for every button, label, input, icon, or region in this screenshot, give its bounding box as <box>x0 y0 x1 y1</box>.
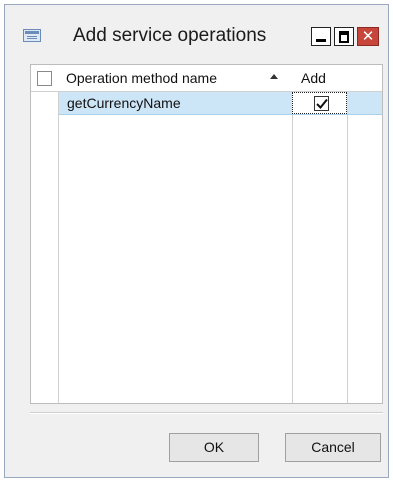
app-icon <box>23 29 41 42</box>
title-bar[interactable]: Add service operations ✕ <box>5 5 388 61</box>
minimize-icon[interactable] <box>311 27 331 46</box>
cancel-button[interactable]: Cancel <box>285 433 381 462</box>
column-header-operation-method-name[interactable]: Operation method name <box>66 70 217 86</box>
column-header-add[interactable]: Add <box>301 70 326 86</box>
sort-ascending-icon[interactable] <box>270 74 278 79</box>
add-cell[interactable] <box>292 92 347 114</box>
checkmark-icon <box>316 98 328 109</box>
close-button[interactable]: ✕ <box>357 27 379 46</box>
operations-grid: Operation method name Add getCurrencyNam… <box>30 64 383 404</box>
column-divider <box>58 65 59 403</box>
window-title: Add service operations <box>73 25 267 46</box>
table-row[interactable]: getCurrencyName <box>59 92 382 115</box>
grid-header: Operation method name Add <box>31 65 382 92</box>
maximize-icon[interactable] <box>334 27 354 46</box>
operation-name-cell[interactable]: getCurrencyName <box>67 95 181 111</box>
divider <box>30 412 383 413</box>
close-icon: ✕ <box>361 27 375 45</box>
column-divider <box>347 65 348 403</box>
ok-button[interactable]: OK <box>169 433 259 462</box>
add-checkbox[interactable] <box>314 96 329 111</box>
column-divider[interactable] <box>292 65 293 403</box>
select-all-checkbox[interactable] <box>37 71 52 86</box>
dialog-window: Add service operations ✕ Operation metho… <box>4 4 389 478</box>
